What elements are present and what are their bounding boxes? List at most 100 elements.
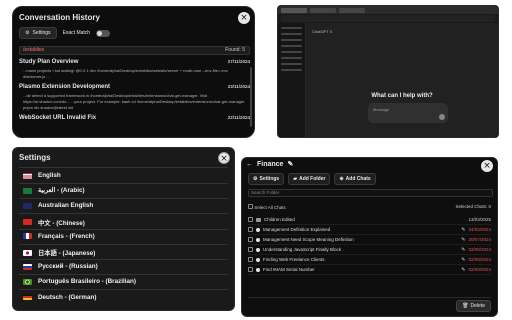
sidebar-item[interactable] — [281, 27, 302, 29]
chat-sidebar — [278, 23, 306, 137]
row-date: 13/03/2025 — [468, 217, 491, 222]
item-title: Study Plan Overview — [19, 59, 79, 65]
checkbox[interactable] — [248, 247, 253, 252]
row-name: Children Edited — [264, 217, 295, 222]
edit-icon[interactable]: ✎ — [287, 160, 293, 168]
divider — [19, 259, 228, 260]
sidebar-item[interactable] — [281, 69, 302, 71]
language-option-jp[interactable]: 日本語 - (Japanese) — [23, 248, 95, 257]
language-label: Deutsch - (German) — [38, 293, 97, 301]
message-input[interactable]: Message — [368, 103, 448, 123]
add-chats-button[interactable]: ⊕ Add Chats — [334, 173, 376, 185]
row-name: Management Definition Explained — [263, 227, 331, 232]
item-date: 27/11/2024 — [227, 59, 250, 64]
chat-icon — [256, 267, 260, 272]
divider — [19, 198, 228, 200]
divider — [248, 297, 491, 298]
close-icon[interactable]: × — [481, 160, 493, 172]
sidebar-item[interactable] — [281, 57, 302, 59]
language-option-ru[interactable]: Русский - (Russian) — [23, 263, 98, 270]
settings-button[interactable]: ⚙ Settings — [248, 173, 285, 185]
edit-icon[interactable]: ✎ — [461, 267, 465, 273]
edit-icon[interactable]: ✎ — [461, 247, 465, 253]
sidebar-item[interactable] — [281, 51, 302, 53]
row-date: 24/03/2024 — [468, 227, 491, 232]
history-search-input[interactable]: /extablies Found: 5 — [19, 46, 250, 55]
table-row[interactable]: Children Edited 13/03/2025 — [248, 215, 491, 225]
divider — [19, 289, 228, 291]
flag-us-icon — [23, 172, 32, 179]
language-option-us[interactable]: English — [23, 172, 61, 179]
delete-button[interactable]: 🗑 Delete — [456, 300, 491, 312]
add-folder-label: Add Folder — [299, 176, 326, 182]
folder-title: Finance — [257, 160, 284, 168]
sidebar-item[interactable] — [281, 39, 302, 41]
list-item[interactable]: Plasmo Extension Development 23/11/2024 .… — [19, 84, 250, 111]
divider — [19, 183, 228, 184]
language-option-sa[interactable]: العربية - (Arabic) — [23, 187, 85, 194]
settings-label: Settings — [32, 30, 51, 36]
table-row[interactable]: Finding Web Freelance Clients ✎ 02/09/2024 — [248, 255, 491, 265]
folder-search-input[interactable]: Search Folder — [248, 189, 493, 197]
table-row[interactable]: Management Definition Explained ✎ 24/03/20… — [248, 225, 491, 235]
back-arrow-icon[interactable]: ← — [246, 161, 253, 168]
select-row: Select All Chats Selected Chats: 0 — [248, 204, 491, 210]
address-bar[interactable] — [281, 15, 495, 22]
checkbox[interactable] — [248, 267, 253, 272]
checkbox[interactable] — [248, 204, 253, 209]
message-placeholder: Message — [373, 107, 390, 112]
checkbox[interactable] — [248, 257, 253, 262]
list-item[interactable]: WebSocket URL Invalid Fix 22/11/2024 — [19, 115, 250, 121]
sidebar-item[interactable] — [281, 33, 302, 35]
sidebar-item[interactable] — [281, 63, 302, 65]
item-date: 22/11/2024 — [227, 115, 250, 120]
item-date: 23/11/2024 — [227, 84, 250, 89]
language-label: Português Brasileiro - (Brazilian) — [38, 278, 136, 286]
language-option-fr[interactable]: Français - (French) — [23, 233, 95, 240]
browser-tab[interactable] — [281, 7, 307, 13]
language-label: Русский - (Russian) — [38, 263, 98, 271]
list-item[interactable]: Study Plan Overview 27/11/2024 ...main\ p… — [19, 59, 250, 80]
flag-br-icon — [23, 278, 32, 285]
folder-icon — [256, 217, 261, 222]
add-folder-button[interactable]: ▰ Add Folder — [288, 173, 331, 185]
send-icon[interactable] — [439, 114, 445, 120]
edit-icon[interactable]: ✎ — [461, 237, 465, 243]
scrollbar[interactable] — [250, 67, 252, 127]
edit-icon[interactable]: ✎ — [461, 257, 465, 263]
flag-cn-icon — [23, 219, 32, 226]
checkbox[interactable] — [248, 227, 253, 232]
language-option-cn[interactable]: 中文 - (Chinese) — [23, 218, 85, 227]
language-option-br[interactable]: Português Brasileiro - (Brazilian) — [23, 278, 136, 285]
item-snippet: ...dir detect a supported framework.in /… — [23, 93, 245, 110]
settings-title: Settings — [19, 153, 51, 162]
table-row[interactable]: Find IMAM Serial Number ✎ 02/09/2024 — [248, 265, 491, 275]
close-icon[interactable]: × — [218, 152, 230, 164]
item-title: Plasmo Extension Development — [19, 84, 111, 90]
language-option-au[interactable]: Australian English — [23, 202, 93, 209]
close-icon[interactable]: × — [238, 12, 250, 24]
row-date: 02/09/2024 — [468, 257, 491, 262]
gear-icon: ⚙ — [253, 176, 258, 182]
add-chats-label: Add Chats — [345, 176, 371, 182]
model-selector[interactable]: ChatGPT ∨ — [312, 29, 333, 34]
language-label: Français - (French) — [38, 232, 95, 240]
item-title: WebSocket URL Invalid Fix — [19, 115, 97, 121]
checkbox[interactable] — [248, 217, 253, 222]
history-toolbar: ⚙ Settings Exact Match — [19, 27, 111, 39]
language-option-de[interactable]: Deutsch - (German) — [23, 294, 96, 301]
folder-header: ← Finance ✎ — [246, 160, 293, 169]
browser-window: ChatGPT ∨ What can I help with? Message — [277, 5, 499, 138]
table-row[interactable]: Management Need Scope Meaning Definition… — [248, 235, 491, 245]
browser-tab[interactable] — [339, 7, 365, 13]
settings-panel: Settings × English العربية - (Arabic) Aust… — [12, 147, 235, 311]
browser-tab[interactable] — [310, 7, 336, 13]
exact-match-toggle[interactable] — [96, 29, 111, 37]
sidebar-item[interactable] — [281, 45, 302, 47]
row-name: Understanding JavaScript Finally Block — [263, 247, 342, 252]
table-row[interactable]: Understanding JavaScript Finally Block ✎ 0… — [248, 245, 491, 255]
settings-button[interactable]: ⚙ Settings — [19, 27, 57, 39]
edit-icon[interactable]: ✎ — [461, 227, 465, 233]
checkbox[interactable] — [248, 237, 253, 242]
select-all[interactable]: Select All Chats — [248, 204, 286, 210]
